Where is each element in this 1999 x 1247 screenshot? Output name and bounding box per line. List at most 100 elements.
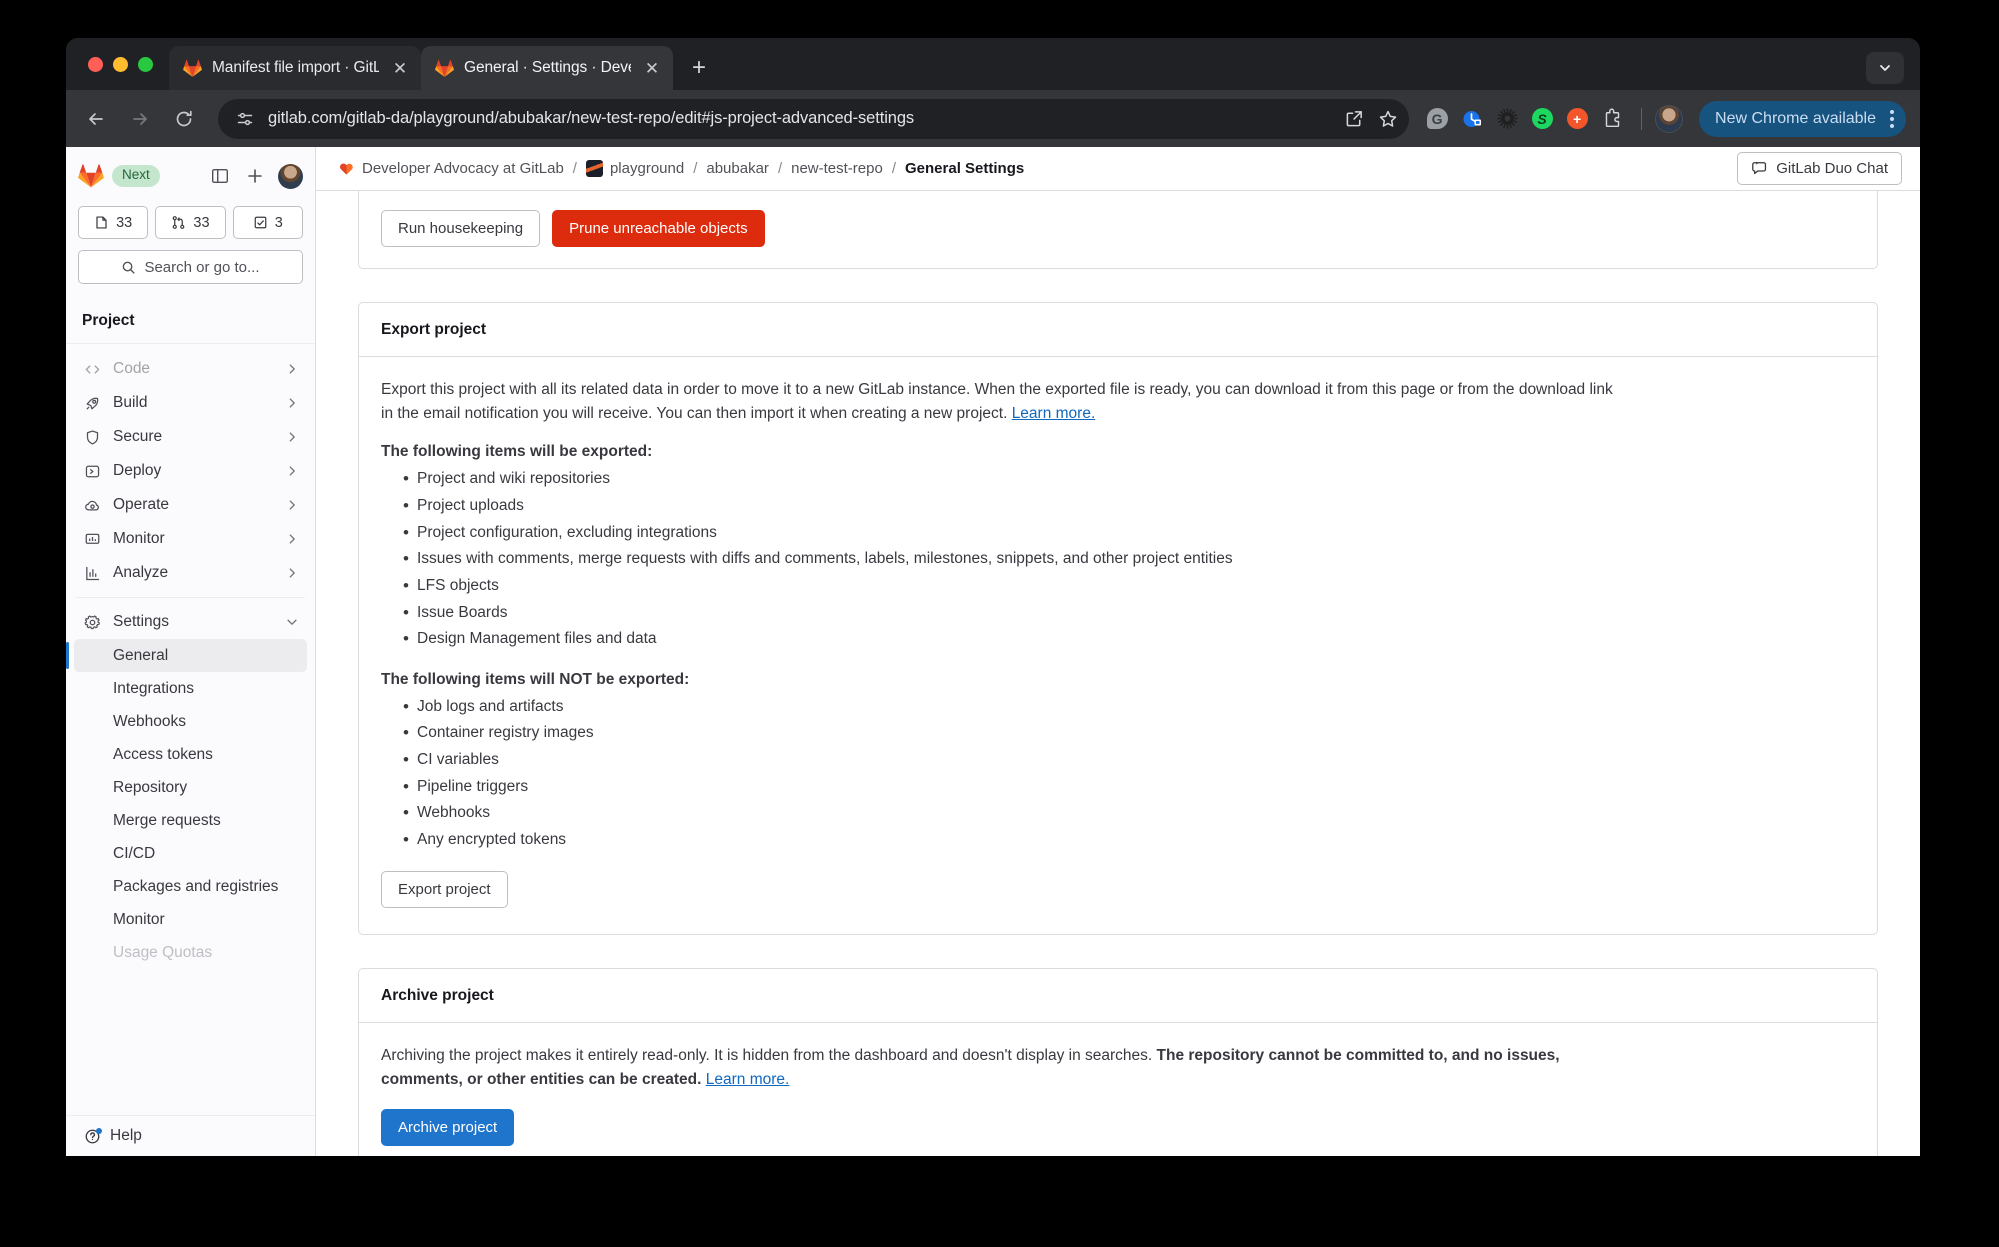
add-extension-icon[interactable]: + [1561, 103, 1593, 135]
reload-button[interactable] [164, 99, 204, 139]
sidebar-item-label: Integrations [113, 679, 194, 697]
todos-count-pill[interactable]: 3 [232, 206, 303, 239]
housekeeping-card: Run housekeeping Prune unreachable objec… [358, 191, 1878, 269]
gitlab-duo-chat-button[interactable]: GitLab Duo Chat [1737, 152, 1902, 185]
extension-icons: G S + [1421, 103, 1628, 135]
site-settings-icon[interactable] [232, 106, 258, 132]
breadcrumb-item-group[interactable]: Developer Advocacy at GitLab [338, 160, 564, 177]
export-project-description: Export this project with all its related… [381, 378, 1616, 426]
heart-avatar-icon [340, 163, 353, 175]
close-tab-icon[interactable]: ✕ [641, 57, 663, 79]
list-item: Project and wiki repositories [381, 466, 1855, 493]
sidebar-item-access-tokens[interactable]: Access tokens [74, 738, 307, 771]
back-button[interactable] [76, 99, 116, 139]
user-avatar[interactable] [278, 163, 303, 189]
minimize-window-button[interactable] [113, 56, 128, 72]
sidebar-item-repository[interactable]: Repository [74, 771, 307, 804]
sidebar-item-webhooks[interactable]: Webhooks [74, 705, 307, 738]
export-learn-more-link[interactable]: Learn more. [1012, 405, 1096, 422]
issues-count-value: 33 [116, 214, 133, 231]
main-content: Developer Advocacy at GitLab / playgroun… [316, 147, 1920, 1156]
sidebar-item-settings[interactable]: Settings [74, 605, 307, 639]
settings-scroll-area[interactable]: Run housekeeping Prune unreachable objec… [316, 191, 1920, 1156]
maximize-window-button[interactable] [138, 56, 153, 72]
search-icon [123, 261, 135, 274]
close-window-button[interactable] [88, 56, 103, 72]
gear-extension-icon[interactable] [1491, 103, 1523, 135]
sidebar-item-label: Secure [113, 428, 163, 445]
toolbar-divider [1641, 107, 1643, 130]
sidebar-item-label: Analyze [113, 564, 169, 581]
rocket-icon [84, 395, 101, 412]
tabstrip-right-controls [1866, 52, 1904, 84]
chevron-right-icon [285, 498, 299, 512]
sidebar-item-cicd[interactable]: CI/CD [74, 837, 307, 870]
chrome-menu-icon[interactable] [1884, 109, 1900, 128]
share-icon[interactable] [1339, 104, 1369, 134]
sidebar-item-deploy[interactable]: Deploy [74, 454, 307, 488]
grammarly-extension-icon[interactable]: G [1421, 103, 1453, 135]
sidebar-section-title: Project [66, 295, 315, 344]
breadcrumb: Developer Advocacy at GitLab / playgroun… [316, 147, 1920, 191]
chrome-update-button[interactable]: New Chrome available [1699, 100, 1906, 137]
sidebar-item-merge-requests[interactable]: Merge requests [74, 804, 307, 837]
sidebar-item-label: Packages and registries [113, 877, 279, 895]
shield-icon [84, 429, 101, 446]
sidebar-item-general[interactable]: General [66, 639, 307, 672]
close-tab-icon[interactable]: ✕ [389, 57, 411, 79]
url-text: gitlab.com/gitlab-da/playground/abubakar… [268, 109, 915, 127]
chevron-down-icon [285, 615, 299, 629]
list-item: Pipeline triggers [381, 774, 1855, 801]
search-input[interactable]: Search or go to... [78, 250, 303, 284]
spotify-extension-icon[interactable]: S [1526, 103, 1558, 135]
export-project-card: Export project Export this project with … [358, 302, 1878, 936]
sidebar-help[interactable]: Help [66, 1115, 315, 1156]
sidebar-item-label: Deploy [113, 462, 162, 479]
create-new-icon[interactable] [243, 164, 267, 188]
browser-tab-2[interactable]: General · Settings · Developer ✕ [421, 46, 673, 90]
list-item: Issues with comments, merge requests wit… [381, 546, 1855, 573]
list-item: Job logs and artifacts [381, 694, 1855, 721]
sidebar-item-build[interactable]: Build [74, 386, 307, 420]
time-tracker-extension-icon[interactable] [1456, 103, 1488, 135]
sidebar-item-integrations[interactable]: Integrations [74, 672, 307, 705]
forward-button[interactable] [120, 99, 160, 139]
breadcrumb-label: General Settings [905, 160, 1025, 177]
browser-profile-avatar[interactable] [1655, 104, 1684, 133]
breadcrumb-item-project[interactable]: new-test-repo [791, 160, 883, 177]
sidebar-item-monitor[interactable]: Monitor [74, 522, 307, 556]
sidebar-item-secure[interactable]: Secure [74, 420, 307, 454]
chevron-right-icon [285, 396, 299, 410]
sidebar-item-analyze[interactable]: Analyze [74, 556, 307, 590]
issues-count-pill[interactable]: 33 [78, 206, 149, 239]
gitlab-logo-icon[interactable] [78, 163, 104, 189]
window-traffic-lights [80, 38, 169, 90]
archive-learn-more-link[interactable]: Learn more. [706, 1071, 790, 1088]
sidebar-item-usage-quotas[interactable]: Usage Quotas [74, 936, 307, 969]
code-icon [84, 361, 101, 378]
breadcrumb-separator: / [891, 160, 896, 177]
help-icon [84, 1127, 102, 1145]
new-tab-button[interactable]: + [681, 50, 717, 86]
archive-project-button[interactable]: Archive project [381, 1109, 515, 1147]
export-project-button[interactable]: Export project [381, 871, 508, 909]
browser-tab-1[interactable]: Manifest file import · GitLab ✕ [169, 46, 421, 90]
sidebar-item-operate[interactable]: Operate [74, 488, 307, 522]
list-item: Project configuration, excluding integra… [381, 520, 1855, 547]
address-bar[interactable]: gitlab.com/gitlab-da/playground/abubakar… [218, 98, 1410, 139]
chevron-right-icon [285, 362, 299, 376]
breadcrumb-label: new-test-repo [791, 160, 883, 177]
sidebar-item-packages-and-registries[interactable]: Packages and registries [74, 870, 307, 903]
breadcrumb-item-user[interactable]: abubakar [706, 160, 769, 177]
merge-requests-count-pill[interactable]: 33 [155, 206, 226, 239]
bookmark-star-icon[interactable] [1373, 104, 1403, 134]
prune-unreachable-objects-button[interactable]: Prune unreachable objects [552, 210, 765, 247]
breadcrumb-item-subgroup[interactable]: playground [585, 160, 684, 177]
list-item: Webhooks [381, 800, 1855, 827]
chevron-down-icon[interactable] [1866, 52, 1904, 84]
sidebar-item-code[interactable]: Code [74, 352, 307, 386]
extensions-puzzle-icon[interactable] [1596, 103, 1628, 135]
toggle-sidebar-icon[interactable] [208, 164, 232, 188]
sidebar-item-monitor-settings[interactable]: Monitor [74, 903, 307, 936]
run-housekeeping-button[interactable]: Run housekeeping [381, 210, 541, 247]
